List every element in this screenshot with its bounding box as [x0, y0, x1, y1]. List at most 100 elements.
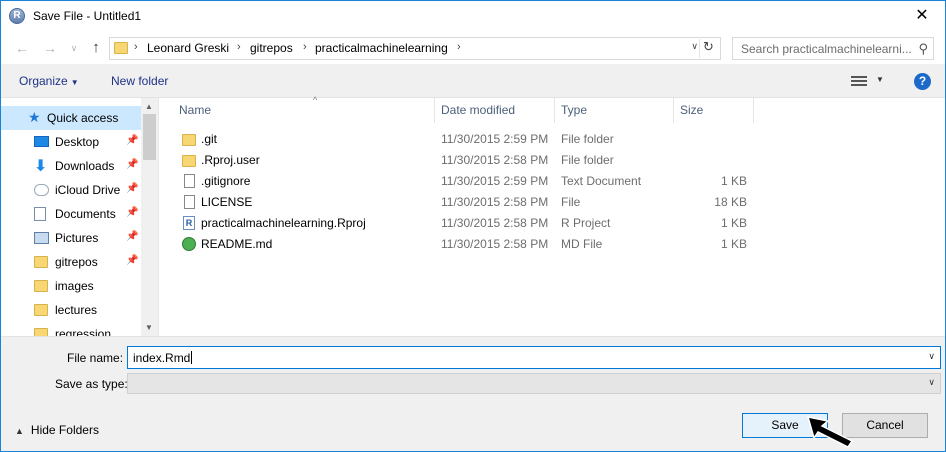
sidebar-item-label: Documents	[55, 207, 116, 221]
breadcrumb-leonard-greski[interactable]: Leonard Greski	[147, 41, 229, 55]
breadcrumb-separator[interactable]: ›	[457, 41, 461, 53]
folder-icon	[114, 42, 128, 54]
sidebar-item-documents[interactable]: Documents 📌	[1, 202, 141, 226]
command-toolbar: Organize ▼ New folder ▼ ?	[1, 64, 945, 98]
file-row[interactable]: R practicalmachinelearning.Rproj 11/30/2…	[175, 213, 755, 234]
search-icon[interactable]: ⚲	[918, 41, 928, 57]
rstudio-app-icon: R	[9, 8, 25, 24]
text-document-icon	[184, 174, 195, 188]
sidebar-item-gitrepos[interactable]: gitrepos 📌	[1, 250, 141, 274]
view-options-chevron-icon[interactable]: ▼	[876, 75, 884, 84]
download-icon: ⬇	[34, 158, 48, 175]
file-date: 11/30/2015 2:59 PM	[441, 132, 549, 146]
file-type: File	[561, 195, 581, 209]
chevron-down-icon[interactable]: ∨	[691, 41, 698, 52]
r-project-icon: R	[183, 216, 195, 230]
sidebar-item-icloud-drive[interactable]: iCloud Drive 📌	[1, 178, 141, 202]
forward-button[interactable]: →	[41, 39, 59, 57]
breadcrumb-gitrepos[interactable]: gitrepos	[250, 41, 293, 55]
navigation-scrollbar[interactable]: ▲ ▼	[141, 98, 158, 336]
column-header-label: Name	[179, 103, 212, 117]
sidebar-item-label: iCloud Drive	[55, 183, 121, 197]
pin-icon: 📌	[126, 207, 139, 218]
file-name: .gitignore	[201, 174, 251, 188]
back-button[interactable]: ←	[13, 39, 31, 57]
chevron-up-icon: ▲	[15, 426, 24, 436]
sidebar-item-label: gitrepos	[55, 255, 98, 269]
sidebar-item-images[interactable]: images	[1, 274, 141, 298]
new-folder-button[interactable]: New folder	[111, 74, 168, 88]
hide-folders-button[interactable]: ▲ Hide Folders	[15, 423, 99, 437]
breadcrumb-separator[interactable]: ›	[303, 41, 307, 53]
up-button[interactable]: ↑	[87, 39, 105, 57]
file-row[interactable]: .git 11/30/2015 2:59 PM File folder	[175, 129, 755, 150]
file-size: 18 KB	[714, 195, 747, 209]
documents-icon	[34, 207, 46, 221]
file-name: .git	[201, 132, 218, 146]
hide-folders-label: Hide Folders	[30, 423, 99, 437]
scrollbar-thumb[interactable]	[143, 114, 156, 160]
file-type: Text Document	[561, 174, 642, 188]
help-icon[interactable]: ?	[914, 73, 931, 90]
scroll-down-icon[interactable]: ▼	[145, 323, 153, 332]
sidebar-item-downloads[interactable]: ⬇ Downloads 📌	[1, 154, 141, 178]
sidebar-item-quick-access[interactable]: ★ Quick access	[1, 106, 141, 130]
scroll-up-icon[interactable]: ▲	[145, 102, 153, 111]
pin-icon: 📌	[126, 255, 139, 266]
filename-value: index.Rmd	[133, 351, 193, 365]
breadcrumb-separator[interactable]: ›	[237, 41, 241, 53]
sidebar-item-desktop[interactable]: Desktop 📌	[1, 130, 141, 154]
folder-icon	[34, 280, 48, 292]
view-details-icon[interactable]	[851, 74, 867, 88]
file-name: README.md	[201, 237, 273, 251]
sidebar-item-lectures[interactable]: lectures	[1, 298, 141, 322]
organize-label: Organize	[19, 74, 68, 88]
folder-icon	[182, 155, 196, 167]
file-size: 1 KB	[720, 216, 747, 230]
pin-icon: 📌	[126, 231, 139, 242]
navigation-pane: ★ Quick access Desktop 📌 ⬇ Downloads 📌 i…	[1, 98, 158, 336]
title-bar: R Save File - Untitled1 ✕	[1, 1, 945, 32]
sidebar-item-regression[interactable]: regression	[1, 322, 141, 336]
organize-menu-button[interactable]: Organize ▼	[19, 74, 79, 88]
close-button[interactable]: ✕	[899, 1, 945, 32]
file-size: 1 KB	[720, 174, 747, 188]
save-as-type-select[interactable]: ∨	[127, 373, 941, 394]
star-icon: ★	[28, 109, 41, 125]
filename-field[interactable]: index.Rmd ∨	[127, 346, 941, 369]
column-header-name[interactable]: Name ^	[173, 95, 435, 123]
sidebar-item-label: Pictures	[55, 231, 99, 245]
file-name: practicalmachinelearning.Rproj	[201, 216, 366, 230]
recent-locations-button[interactable]: ∨	[65, 39, 83, 57]
folder-icon	[34, 304, 48, 316]
search-input[interactable]: Search practicalmachinelearni... ⚲	[732, 37, 934, 60]
filename-label: File name:	[67, 351, 124, 365]
file-type: File folder	[561, 153, 614, 167]
refresh-icon[interactable]: ↻	[699, 39, 717, 58]
window-title: Save File - Untitled1	[33, 9, 142, 23]
column-header-size[interactable]: Size	[674, 98, 754, 123]
chevron-down-icon[interactable]: ∨	[928, 377, 935, 388]
file-row[interactable]: .gitignore 11/30/2015 2:59 PM Text Docum…	[175, 171, 755, 192]
breadcrumb-separator[interactable]: ›	[134, 41, 138, 53]
file-date: 11/30/2015 2:58 PM	[441, 195, 549, 209]
file-row[interactable]: README.md 11/30/2015 2:58 PM MD File 1 K…	[175, 234, 755, 255]
file-name: .Rproj.user	[201, 153, 260, 167]
sidebar-item-pictures[interactable]: Pictures 📌	[1, 226, 141, 250]
file-date: 11/30/2015 2:58 PM	[441, 153, 549, 167]
search-placeholder: Search practicalmachinelearni...	[741, 42, 911, 56]
column-header-date-modified[interactable]: Date modified	[435, 98, 555, 123]
file-size: 1 KB	[720, 237, 747, 251]
mouse-cursor-icon	[806, 416, 854, 448]
folder-icon	[34, 328, 48, 336]
address-bar[interactable]: › Leonard Greski › gitrepos › practicalm…	[109, 37, 721, 60]
sidebar-item-label: images	[55, 279, 94, 293]
column-header-type[interactable]: Type	[555, 98, 674, 123]
folder-icon	[182, 134, 196, 146]
pin-icon: 📌	[126, 159, 139, 170]
chevron-down-icon[interactable]: ∨	[928, 351, 935, 362]
file-row[interactable]: LICENSE 11/30/2015 2:58 PM File 18 KB	[175, 192, 755, 213]
file-row[interactable]: .Rproj.user 11/30/2015 2:58 PM File fold…	[175, 150, 755, 171]
breadcrumb-practicalmachinelearning[interactable]: practicalmachinelearning	[315, 41, 448, 55]
file-type: R Project	[561, 216, 611, 230]
